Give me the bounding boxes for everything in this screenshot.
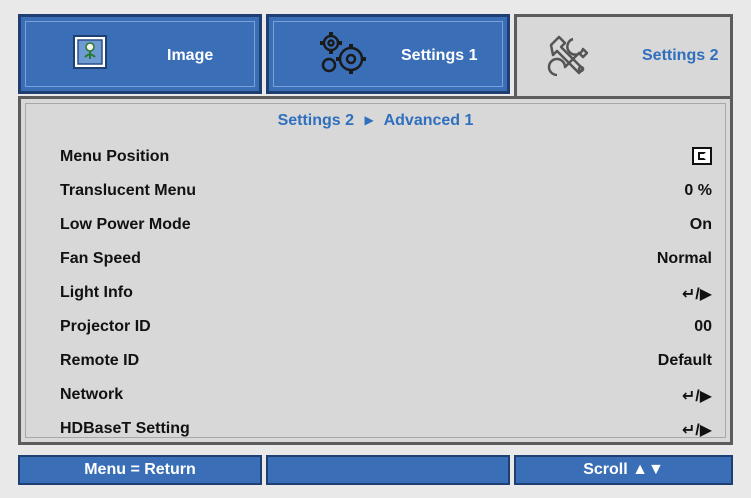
image-icon bbox=[73, 35, 107, 74]
tools-icon bbox=[543, 31, 593, 86]
footer-menu-return: Menu = Return bbox=[18, 455, 262, 485]
tab-settings-1-label: Settings 1 bbox=[401, 47, 478, 64]
menu-row-value: 00 bbox=[694, 318, 712, 335]
menu-row-menu-position[interactable]: Menu Position bbox=[36, 146, 712, 170]
menu-row-value: Default bbox=[657, 352, 712, 369]
menu-row-fan-speed[interactable]: Fan Speed Normal bbox=[36, 248, 712, 272]
menu-row-label: Light Info bbox=[60, 284, 133, 301]
breadcrumb-parent: Settings 2 bbox=[277, 112, 355, 129]
footer-scroll: Scroll ▲▼ bbox=[514, 455, 733, 485]
tab-settings-1[interactable]: Settings 1 bbox=[266, 14, 510, 94]
menu-row-remote-id[interactable]: Remote ID Default bbox=[36, 350, 712, 374]
breadcrumb-separator-icon: ▶ bbox=[364, 113, 374, 127]
tab-image[interactable]: Image bbox=[18, 14, 262, 94]
gears-icon bbox=[317, 31, 371, 84]
enter-arrow-icon: ↵/▶ bbox=[681, 286, 712, 303]
tab-image-label: Image bbox=[167, 47, 214, 64]
menu-row-value: On bbox=[689, 216, 712, 233]
menu-row-translucent-menu[interactable]: Translucent Menu 0 % bbox=[36, 180, 712, 204]
menu-row-label: Remote ID bbox=[60, 352, 140, 369]
menu-row-low-power-mode[interactable]: Low Power Mode On bbox=[36, 214, 712, 238]
menu-row-label: Network bbox=[60, 386, 124, 403]
menu-row-projector-id[interactable]: Projector ID 00 bbox=[36, 316, 712, 340]
menu-row-value: Normal bbox=[656, 250, 712, 267]
osd-menu: Image Settings 1 Settings 2 Settings 2 ▶… bbox=[0, 0, 751, 498]
menu-row-label: Projector ID bbox=[60, 318, 151, 335]
menu-position-value bbox=[692, 147, 712, 171]
menu-row-label: Low Power Mode bbox=[60, 216, 191, 233]
breadcrumb: Settings 2 ▶ Advanced 1 bbox=[0, 112, 751, 130]
menu-row-network[interactable]: Network ↵/▶ bbox=[36, 384, 712, 408]
menu-row-label: Menu Position bbox=[60, 148, 170, 165]
menu-row-label: Fan Speed bbox=[60, 250, 141, 267]
enter-arrow-icon: ↵/▶ bbox=[681, 422, 712, 439]
menu-row-light-info[interactable]: Light Info ↵/▶ bbox=[36, 282, 712, 306]
tab-settings-2[interactable]: Settings 2 bbox=[514, 14, 733, 100]
tab-settings-2-label: Settings 2 bbox=[642, 47, 719, 64]
breadcrumb-current: Advanced 1 bbox=[383, 112, 474, 129]
menu-position-icon bbox=[692, 147, 712, 165]
menu-row-label: HDBaseT Setting bbox=[60, 420, 190, 437]
menu-row-label: Translucent Menu bbox=[60, 182, 197, 199]
footer-middle bbox=[266, 455, 510, 485]
menu-row-hdbaset-setting[interactable]: HDBaseT Setting ↵/▶ bbox=[36, 418, 712, 442]
enter-arrow-icon: ↵/▶ bbox=[681, 388, 712, 405]
menu-row-value: 0 % bbox=[684, 182, 712, 199]
